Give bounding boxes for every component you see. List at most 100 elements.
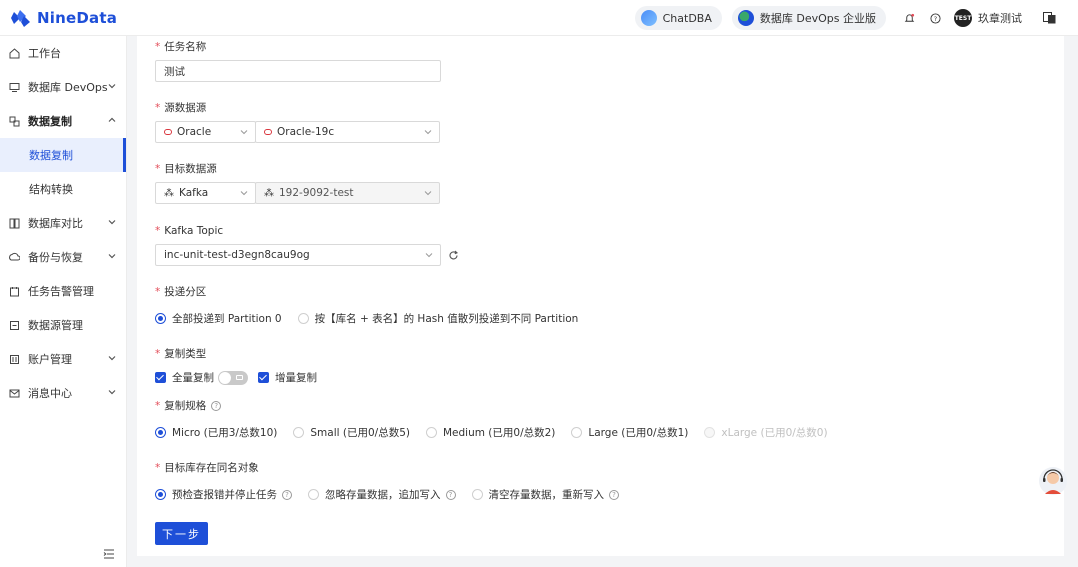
spec-option-small[interactable]: Small (已用0/总数5) — [293, 425, 410, 440]
username: 玖章测试 — [978, 12, 1022, 25]
target-field: * 目标数据源 ⁂ Kafka ⁂ 192-9092-test — [155, 162, 440, 204]
partition-option-zero[interactable]: 全部投递到 Partition 0 — [155, 311, 282, 326]
sidebar-subitem-replication[interactable]: 数据复制 — [0, 138, 126, 172]
chevron-up-icon — [108, 116, 116, 125]
chevron-down-icon — [240, 191, 248, 196]
sidebar-item-label: 数据复制 — [28, 115, 72, 128]
copy-type-field: * 复制类型 全量复制 增量复制 — [155, 348, 317, 385]
checkbox-icon — [155, 372, 166, 383]
chatdba-icon — [640, 10, 657, 26]
sidebar-item-account[interactable]: 账户管理 — [0, 342, 126, 376]
target-label: 目标数据源 — [164, 163, 217, 175]
source-type-select[interactable]: Oracle — [155, 121, 256, 143]
radio-icon — [704, 427, 716, 438]
radio-icon — [471, 489, 483, 500]
sidebar-item-alarm[interactable]: 任务告警管理 — [0, 274, 126, 308]
replication-form: * 任务名称 测试 * 源数据源 Oracle Oracle-19c * 目标数据源 … — [137, 36, 1064, 556]
spec-option-xlarge: xLarge (已用0/总数0) — [704, 425, 828, 440]
page-bottom-gutter — [137, 556, 1064, 567]
kafka-topic-label: Kafka Topic — [164, 225, 224, 237]
next-step-button[interactable]: 下一步 — [155, 522, 208, 545]
full-copy-toggle[interactable] — [218, 370, 248, 385]
help-icon[interactable]: ? — [928, 11, 942, 25]
partition-option-hash[interactable]: 按【库名 + 表名】的 Hash 值散列投递到不同 Partition — [297, 311, 578, 326]
radio-icon — [155, 489, 166, 500]
replication-icon — [9, 116, 20, 127]
language-icon[interactable] — [1042, 11, 1056, 25]
compare-icon — [9, 218, 20, 229]
source-field: * 源数据源 Oracle Oracle-19c — [155, 101, 440, 143]
spec-label: 复制规格 — [164, 400, 207, 412]
devops-edition-button[interactable]: 数据库 DevOps 企业版 — [731, 6, 886, 30]
refresh-icon[interactable] — [448, 250, 459, 261]
chevron-down-icon — [424, 130, 432, 135]
user-menu[interactable]: TEST 玖章测试 — [954, 9, 1022, 27]
radio-icon — [297, 313, 309, 324]
assistant-avatar-icon[interactable] — [1038, 464, 1068, 498]
sidebar-item-workbench[interactable]: 工作台 — [0, 36, 126, 70]
conflict-option-precheck[interactable]: 预检查报错并停止任务? — [155, 487, 292, 502]
partition-label: 投递分区 — [164, 286, 207, 298]
sidebar-item-label: 消息中心 — [28, 387, 72, 400]
kafka-topic-select[interactable]: inc-unit-test-d3egn8cau9og — [155, 244, 441, 266]
radio-icon — [571, 427, 583, 438]
radio-icon — [155, 427, 166, 438]
spec-option-large[interactable]: Large (已用0/总数1) — [571, 425, 688, 440]
conflict-option-truncate[interactable]: 清空存量数据，重新写入? — [471, 487, 619, 502]
help-icon[interactable]: ? — [609, 489, 619, 500]
ninedata-logo-icon — [11, 9, 30, 27]
help-icon[interactable]: ? — [211, 401, 222, 411]
radio-icon — [155, 313, 166, 324]
sidebar: 工作台 数据库 DevOps 数据复制 数据复制 结构转换 数据库对比 备份与恢… — [0, 36, 127, 567]
conflict-option-ignore[interactable]: 忽略存量数据，追加写入? — [308, 487, 456, 502]
sidebar-subitem-schema-convert[interactable]: 结构转换 — [0, 172, 126, 206]
sidebar-item-compare[interactable]: 数据库对比 — [0, 206, 126, 240]
oracle-icon — [164, 129, 172, 135]
chatdba-button[interactable]: ChatDBA — [634, 6, 722, 30]
help-icon[interactable]: ? — [445, 489, 456, 500]
sidebar-item-replication[interactable]: 数据复制 — [0, 104, 126, 138]
help-icon[interactable]: ? — [282, 489, 292, 500]
backup-icon — [9, 252, 20, 263]
radio-icon — [293, 427, 305, 438]
spec-field: * 复制规格? Micro (已用3/总数10) Small (已用0/总数5) … — [155, 400, 828, 440]
bell-icon[interactable] — [902, 11, 916, 25]
alarm-icon — [9, 286, 20, 297]
target-type-select[interactable]: ⁂ Kafka — [155, 182, 256, 204]
sidebar-item-label: 数据库对比 — [28, 217, 83, 230]
checkbox-icon — [258, 372, 269, 383]
datasource-icon — [9, 320, 20, 331]
task-name-label: 任务名称 — [164, 41, 207, 53]
spec-option-medium[interactable]: Medium (已用0/总数2) — [425, 425, 555, 440]
sidebar-item-datasource[interactable]: 数据源管理 — [0, 308, 126, 342]
sidebar-item-message[interactable]: 消息中心 — [0, 376, 126, 410]
brand-name: NineData — [37, 8, 118, 27]
sidebar-item-devops[interactable]: 数据库 DevOps — [0, 70, 126, 104]
target-instance-select[interactable]: ⁂ 192-9092-test — [255, 182, 440, 204]
task-name-input[interactable]: 测试 — [155, 60, 441, 82]
devops-icon — [9, 82, 20, 93]
avatar: TEST — [954, 9, 972, 27]
chevron-down-icon — [108, 252, 116, 261]
collapse-sidebar-icon[interactable] — [103, 549, 115, 559]
full-copy-checkbox[interactable]: 全量复制 — [155, 370, 214, 385]
sidebar-item-label: 数据复制 — [29, 149, 73, 162]
copy-type-label: 复制类型 — [164, 348, 207, 360]
source-instance-select[interactable]: Oracle-19c — [255, 121, 440, 143]
incremental-copy-checkbox[interactable]: 增量复制 — [258, 370, 317, 385]
sidebar-item-label: 数据库 DevOps — [28, 81, 108, 94]
workbench-icon — [9, 47, 20, 59]
globe-icon — [737, 10, 754, 26]
source-label: 源数据源 — [164, 102, 207, 114]
sidebar-item-backup[interactable]: 备份与恢复 — [0, 240, 126, 274]
sidebar-item-label: 任务告警管理 — [28, 285, 94, 298]
sidebar-item-label: 结构转换 — [29, 183, 73, 196]
brand-logo[interactable]: NineData — [10, 8, 117, 28]
chevron-down-icon — [424, 191, 432, 196]
radio-icon — [308, 489, 319, 500]
svg-text:?: ? — [933, 14, 936, 22]
account-icon — [9, 354, 20, 365]
partition-field: * 投递分区 全部投递到 Partition 0 按【库名 + 表名】的 Hash… — [155, 286, 579, 326]
spec-option-micro[interactable]: Micro (已用3/总数10) — [155, 425, 277, 440]
chatdba-label: ChatDBA — [662, 11, 712, 25]
